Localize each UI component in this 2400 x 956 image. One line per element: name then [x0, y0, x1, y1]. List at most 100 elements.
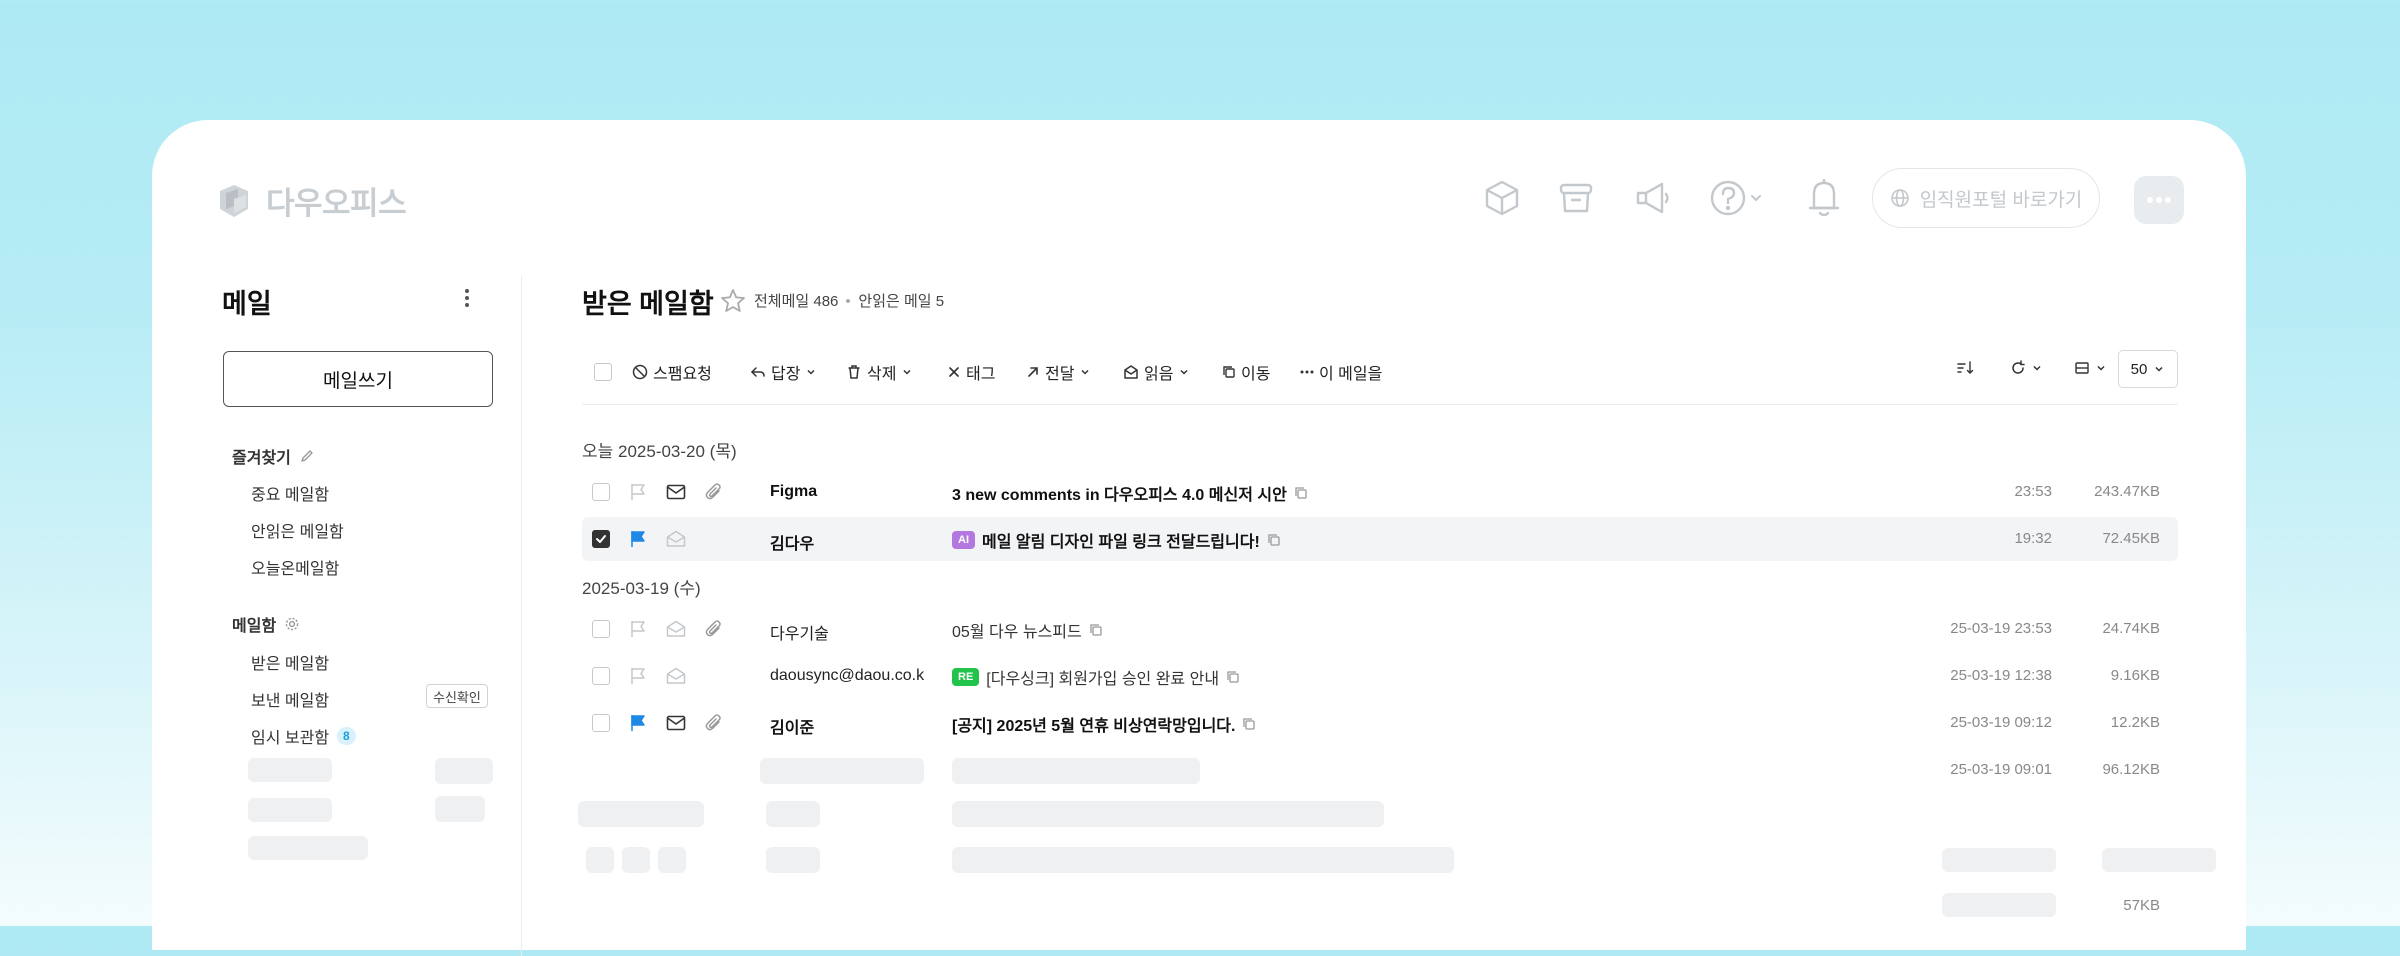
mail-toolbar: 스팸요청 답장 삭제 태그 전달 읽음 이동 이 메일을 — [582, 342, 2178, 405]
reply-label: 답장 — [771, 366, 801, 383]
gear-icon[interactable] — [284, 616, 300, 632]
more-actions-button[interactable]: 이 메일을 — [1300, 360, 1382, 384]
envelope-open-icon[interactable] — [666, 667, 686, 685]
mail-row[interactable]: 다우기술 05월 다우 뉴스피드 25-03-19 23:53 24.74KB — [582, 607, 2178, 651]
envelope-open-icon — [1124, 365, 1138, 379]
sidebar-item-drafts[interactable]: 임시 보관함 8 — [251, 724, 356, 748]
help-icon[interactable] — [1704, 176, 1768, 220]
layout-button[interactable] — [2074, 360, 2107, 376]
mail-size: 24.74KB — [2102, 620, 2160, 637]
mail-subject[interactable]: RE [다우싱크] 회원가입 승인 완료 안내 — [952, 665, 1240, 689]
re-tag: RE — [952, 668, 980, 686]
envelope-open-icon[interactable] — [666, 620, 686, 638]
receipt-check-button[interactable]: 수신확인 — [426, 684, 488, 708]
mail-size: 9.16KB — [2110, 667, 2160, 684]
spam-button[interactable]: 스팸요청 — [632, 360, 712, 384]
mail-row[interactable]: 김다우 AI 메일 알림 디자인 파일 링크 전달드립니다! 19:32 72.… — [582, 517, 2178, 561]
row-checkbox[interactable] — [592, 667, 610, 685]
attachment-icon[interactable] — [704, 619, 724, 639]
ellipsis-icon — [1300, 370, 1314, 374]
skeleton-placeholder — [578, 801, 704, 827]
mail-size: 12.2KB — [2110, 714, 2160, 731]
mail-row[interactable]: daousync@daou.co.k RE [다우싱크] 회원가입 승인 완료 … — [582, 654, 2178, 698]
skeleton-placeholder — [952, 758, 1200, 784]
megaphone-icon[interactable] — [1630, 176, 1674, 220]
chevron-down-icon — [1751, 195, 1761, 202]
logo[interactable]: 다우오피스 — [214, 178, 407, 223]
attachment-icon[interactable] — [704, 713, 724, 733]
compose-button[interactable]: 메일쓰기 — [223, 351, 493, 407]
copy-icon[interactable] — [1242, 717, 1256, 731]
flag-icon[interactable] — [628, 713, 648, 733]
sidebar-item-unread[interactable]: 안읽은 메일함 — [251, 518, 344, 542]
mail-subject-text: 05월 다우 뉴스피드 — [952, 624, 1082, 641]
delete-button[interactable]: 삭제 — [846, 360, 913, 384]
read-button[interactable]: 읽음 — [1123, 360, 1190, 384]
mail-sender: daousync@daou.co.k — [770, 667, 925, 684]
close-icon — [949, 367, 959, 377]
select-all-checkbox[interactable] — [594, 363, 612, 381]
pencil-icon[interactable] — [299, 448, 315, 464]
sidebar-item-sent[interactable]: 보낸 메일함 — [251, 687, 329, 711]
envelope-open-icon[interactable] — [666, 530, 686, 548]
sidebar-item-important[interactable]: 중요 메일함 — [251, 481, 329, 505]
skeleton-placeholder — [586, 847, 614, 873]
kebab-menu-icon[interactable] — [464, 288, 470, 308]
row-checkbox[interactable] — [592, 620, 610, 638]
copy-icon[interactable] — [1267, 533, 1281, 547]
chevron-down-icon — [1180, 369, 1188, 375]
bell-icon[interactable] — [1802, 176, 1846, 220]
row-checkbox[interactable] — [592, 483, 610, 501]
block-icon — [632, 364, 648, 380]
flag-icon[interactable] — [628, 529, 648, 549]
archive-icon[interactable] — [1554, 176, 1598, 220]
mail-time: 25-03-19 23:53 — [1950, 620, 2052, 637]
sidebar-item-inbox[interactable]: 받은 메일함 — [251, 650, 329, 674]
reply-button[interactable]: 답장 — [750, 360, 817, 384]
envelope-icon[interactable] — [666, 714, 686, 732]
sort-button[interactable] — [1956, 360, 1974, 376]
forward-button[interactable]: 전달 — [1026, 360, 1091, 384]
total-mail-count: 전체메일 486 — [754, 293, 839, 310]
layout-icon — [2075, 362, 2089, 374]
mail-subject[interactable]: [공지] 2025년 5월 연휴 비상연락망입니다. — [952, 712, 1256, 736]
portal-button[interactable]: 임직원포털 바로가기 — [1872, 168, 2100, 228]
sort-icon — [1957, 361, 1974, 374]
move-button[interactable]: 이동 — [1222, 360, 1270, 384]
row-checkbox[interactable] — [592, 530, 610, 548]
sidebar-item-today[interactable]: 오늘온메일함 — [251, 555, 339, 579]
mail-row[interactable]: 김이준 [공지] 2025년 5월 연휴 비상연락망입니다. 25-03-19 … — [582, 701, 2178, 745]
date-group-label: 오늘 2025-03-20 (목) — [582, 442, 737, 461]
sidebar-item-label: 임시 보관함 — [251, 730, 330, 747]
attachment-icon[interactable] — [704, 482, 724, 502]
mail-subject[interactable]: 05월 다우 뉴스피드 — [952, 618, 1103, 642]
globe-icon — [1890, 189, 1909, 207]
copy-icon[interactable] — [1089, 623, 1103, 637]
flag-icon[interactable] — [628, 666, 648, 686]
app-window: 다우오피스 임직원포털 바로가기 메일 메일쓰기 즐겨찾기 중요 메일함 안읽은… — [152, 120, 2246, 956]
mail-subject[interactable]: 3 new comments in 다우오피스 4.0 메신저 시안 — [952, 481, 1308, 505]
mail-time: 25-03-19 09:01 — [1950, 761, 2052, 778]
envelope-icon[interactable] — [666, 483, 686, 501]
flag-icon[interactable] — [628, 619, 648, 639]
chevron-down-icon — [807, 369, 815, 375]
ai-tag: AI — [952, 531, 975, 549]
refresh-icon — [2012, 360, 2025, 374]
skeleton-placeholder — [766, 801, 820, 827]
tag-button[interactable]: 태그 — [947, 360, 995, 384]
page-title: 받은 메일함 — [582, 289, 714, 319]
mail-subject-text: [다우싱크] 회원가입 승인 완료 안내 — [986, 671, 1220, 688]
mail-subject[interactable]: AI 메일 알림 디자인 파일 링크 전달드립니다! — [952, 528, 1281, 552]
more-button[interactable] — [2134, 176, 2184, 224]
refresh-button[interactable] — [2010, 360, 2043, 376]
copy-icon[interactable] — [1226, 670, 1240, 684]
copy-icon[interactable] — [1294, 486, 1308, 500]
page-size-select[interactable]: 50 — [2118, 350, 2178, 388]
cube-icon[interactable] — [1480, 176, 1524, 220]
mail-row[interactable]: Figma 3 new comments in 다우오피스 4.0 메신저 시안… — [582, 470, 2178, 514]
row-checkbox[interactable] — [592, 714, 610, 732]
star-icon[interactable] — [719, 287, 747, 315]
skeleton-placeholder — [435, 796, 485, 822]
separator-dot — [846, 298, 851, 303]
flag-icon[interactable] — [628, 482, 648, 502]
